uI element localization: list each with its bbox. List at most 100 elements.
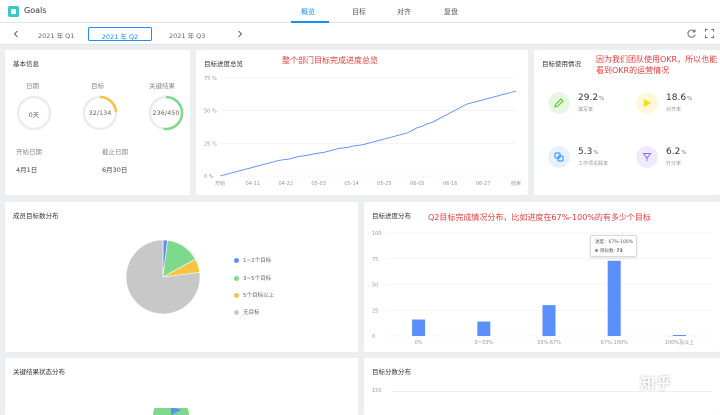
x-tick-label: 04-11 bbox=[246, 181, 261, 187]
goal-value: 32/134 bbox=[88, 109, 112, 117]
period-value: 0天 bbox=[28, 111, 40, 119]
x-tick-label: 06-16 bbox=[443, 181, 458, 187]
bar bbox=[412, 319, 426, 336]
legend-label: 1~2个目标 bbox=[243, 258, 272, 264]
kr-status-title: 关键结果状态分布 bbox=[13, 368, 65, 376]
x-tick-label: 67%-100% bbox=[601, 340, 628, 346]
start-date-label: 开始日期 bbox=[16, 148, 42, 156]
tab-goals[interactable]: 目标 bbox=[352, 7, 366, 17]
start-date-value: 4月1日 bbox=[16, 166, 38, 174]
kr-status-pie-top bbox=[153, 408, 189, 415]
legend-label: 3~5个目标 bbox=[243, 276, 272, 282]
usage-card: 目标使用情况 因为我们团队使用OKR，所以也能看到OKR的运营情况 29.2% … bbox=[534, 50, 720, 195]
tab-review[interactable]: 复盘 bbox=[444, 7, 458, 17]
chevron-right-icon[interactable] bbox=[236, 30, 244, 38]
refresh-icon[interactable] bbox=[686, 28, 697, 39]
quarter-q3[interactable]: 2021 年 Q3 bbox=[163, 27, 211, 41]
x-tick-label: 开始 bbox=[215, 180, 225, 187]
link-icon bbox=[548, 146, 570, 168]
period-label: 日期 bbox=[26, 82, 39, 90]
x-tick-label: 33%-67% bbox=[537, 340, 561, 346]
fill-rate-value: 29.2 bbox=[578, 93, 599, 103]
goal-progress-bar-chart: 0 25 50 75 100 0% 0~33% 33%-67% 67%-100% 100%及以上 bbox=[372, 231, 712, 346]
x-tick-label: 05-14 bbox=[344, 181, 359, 187]
basic-info-card: 基本信息 日期 0天 目标 32/134 关键结果 236/450 开始日期 4… bbox=[5, 50, 190, 195]
x-tick-label: 06-05 bbox=[410, 181, 425, 187]
score-rate-value: 6.2 bbox=[666, 147, 681, 157]
x-tick-label: 04-22 bbox=[279, 181, 294, 187]
align-rate-label: 对齐率 bbox=[666, 107, 682, 113]
quarter-q1[interactable]: 2021 年 Q1 bbox=[32, 27, 80, 41]
align-rate-unit: % bbox=[687, 96, 693, 102]
legend-label: 5个目标以上 bbox=[243, 293, 274, 299]
score-y-tick: 150 bbox=[372, 388, 382, 394]
top-nav-bar: Goals 概览 目标 对齐 复盘 bbox=[0, 0, 720, 23]
fullscreen-icon[interactable] bbox=[704, 28, 715, 39]
legend-dot bbox=[234, 276, 239, 281]
goal-label: 目标 bbox=[91, 82, 104, 90]
end-date-label: 截止日期 bbox=[102, 148, 128, 156]
align-rate-value: 18.6 bbox=[666, 93, 687, 103]
goal-progress-card: 目标进度分布 Q2目标完成情况分布，比如进度在67%-100%的有多少个目标 0… bbox=[364, 202, 720, 352]
legend-dot bbox=[234, 293, 239, 298]
bar bbox=[542, 305, 556, 336]
progress-overview-card: 目标进度总览 整个部门目标完成进度总览 0 % 25 % 50 % 75 % 开始 04-… bbox=[196, 50, 528, 195]
kr-value: 236/450 bbox=[152, 109, 180, 117]
tooltip-row: 目标数: 73 bbox=[595, 248, 623, 254]
legend-item-none: 无目标 bbox=[234, 308, 260, 316]
tooltip-title: 进度：67%-100% bbox=[595, 240, 633, 245]
y-tick-label: 75 bbox=[372, 257, 378, 263]
legend-label: 无目标 bbox=[243, 310, 260, 316]
end-date-value: 6月30日 bbox=[102, 166, 128, 174]
x-tick-label: 06-27 bbox=[476, 181, 491, 187]
quarter-bar: 2021 年 Q1 2021 年 Q2 2021 年 Q3 bbox=[0, 23, 720, 45]
chevron-left-icon[interactable] bbox=[12, 30, 20, 38]
legend-dot bbox=[234, 310, 239, 315]
usage-title: 目标使用情况 bbox=[542, 60, 581, 68]
tooltip-dot bbox=[595, 249, 598, 252]
bar-tooltip: 进度：67%-100% 目标数: 73 bbox=[590, 235, 637, 257]
y-tick-label: 50 % bbox=[204, 109, 217, 115]
app-title: Goals bbox=[24, 6, 47, 15]
member-dist-title: 成员目标数分布 bbox=[13, 212, 59, 220]
score-dist-title: 目标分数分布 bbox=[372, 368, 411, 376]
progress-series-line bbox=[219, 90, 517, 177]
x-tick-label: 05-03 bbox=[311, 181, 326, 187]
tooltip-value: 73 bbox=[616, 249, 623, 254]
fill-rate-unit: % bbox=[599, 96, 605, 102]
x-tick-label: 100%及以上 bbox=[665, 339, 694, 346]
basic-info-title: 基本信息 bbox=[13, 60, 39, 68]
tab-overview[interactable]: 概览 bbox=[301, 7, 315, 17]
x-tick-label: 结束 bbox=[511, 180, 521, 187]
link-rate-value: 5.3 bbox=[578, 147, 593, 157]
x-tick-label: 05-25 bbox=[377, 181, 392, 187]
kr-status-card: 关键结果状态分布 bbox=[5, 358, 358, 415]
tooltip-series: 目标数 bbox=[600, 249, 614, 254]
progress-line-chart: 0 % 25 % 50 % 75 % 开始 04-11 04-22 05-03 05-14 05-… bbox=[204, 76, 521, 187]
kr-label: 关键结果 bbox=[149, 82, 175, 90]
link-rate-unit: % bbox=[593, 150, 599, 156]
y-tick-label: 75 % bbox=[204, 76, 217, 82]
legend-item-3-5: 3~5个目标 bbox=[234, 274, 271, 282]
legend-item-1-2: 1~2个目标 bbox=[234, 256, 271, 264]
usage-annotation: 因为我们团队使用OKR，所以也能看到OKR的运营情况 bbox=[596, 55, 718, 75]
tab-alignment[interactable]: 对齐 bbox=[397, 7, 411, 17]
legend-dot bbox=[234, 258, 239, 263]
y-tick-label: 100 bbox=[372, 231, 382, 237]
member-pie-chart bbox=[125, 239, 201, 315]
bar bbox=[477, 321, 491, 336]
y-tick-label: 25 bbox=[372, 308, 378, 314]
y-tick-label: 50 bbox=[372, 283, 378, 289]
y-tick-label: 25 % bbox=[204, 141, 217, 147]
quarter-q2[interactable]: 2021 年 Q2 bbox=[88, 27, 152, 41]
award-icon bbox=[636, 146, 658, 168]
app-logo-icon bbox=[8, 6, 19, 17]
pencil-icon bbox=[548, 92, 570, 114]
bar bbox=[607, 260, 621, 336]
y-tick-label: 0 bbox=[372, 334, 375, 340]
x-tick-label: 0% bbox=[415, 340, 423, 346]
watermark: 知乎 bbox=[640, 374, 673, 392]
y-tick-label: 0 % bbox=[204, 174, 214, 180]
link-rate-label: 工作项关联率 bbox=[578, 161, 609, 167]
flag-icon bbox=[636, 92, 658, 114]
